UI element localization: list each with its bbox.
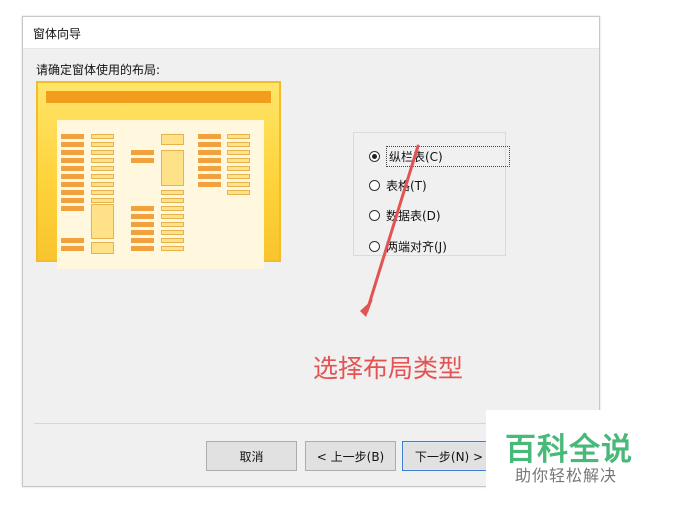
option-datasheet[interactable]: 数据表(D) [369,206,441,224]
option-justified-label: 两端对齐(J) [386,239,447,254]
preview-field [91,190,114,195]
preview-label [198,158,221,163]
preview-field-large [91,204,114,239]
preview-field [161,206,184,211]
preview-field [161,190,184,195]
layout-type-annotation: 选择布局类型 [313,354,464,383]
preview-field [227,190,250,195]
preview-label [61,174,84,179]
preview-field [161,214,184,219]
preview-label [61,158,84,163]
preview-field [91,134,114,139]
preview-label [198,142,221,147]
preview-field [227,142,250,147]
option-justified[interactable]: 两端对齐(J) [369,237,447,255]
preview-label [198,174,221,179]
layout-prompt: 请确定窗体使用的布局: [36,63,161,77]
preview-field [91,174,114,179]
layout-preview [36,81,281,269]
preview-label [61,190,84,195]
option-tabular[interactable]: 表格(T) [369,176,427,194]
preview-label [61,182,84,187]
preview-field [227,182,250,187]
preview-field [91,158,114,163]
preview-label [61,198,84,203]
preview-header-bar [46,91,271,103]
preview-label [131,222,154,227]
preview-field [161,230,184,235]
radio-icon[interactable] [369,240,380,252]
preview-label [198,134,221,139]
preview-label [61,206,84,211]
preview-label [61,150,84,155]
preview-field [161,238,184,243]
preview-label [131,214,154,219]
option-tabular-label: 表格(T) [386,178,427,193]
preview-field-large [161,150,184,186]
preview-label [61,134,84,139]
preview-label [131,150,154,155]
preview-field [227,150,250,155]
title-bar[interactable]: 窗体向导 [23,17,599,49]
watermark-logo: 百科全说 助你轻松解决 [486,410,658,492]
preview-label [131,238,154,243]
preview-label [61,142,84,147]
preview-field [227,174,250,179]
preview-field [161,198,184,203]
radio-icon[interactable] [369,179,380,191]
preview-label [131,230,154,235]
back-button[interactable]: < 上一步(B) [305,441,396,471]
preview-label [131,158,154,163]
preview-field [91,166,114,171]
radio-selected-icon[interactable] [369,150,380,162]
next-button[interactable]: 下一步(N) > [402,441,496,471]
preview-label [61,246,84,251]
preview-field [91,242,114,254]
preview-label [61,166,84,171]
preview-label [198,150,221,155]
preview-field [91,182,114,187]
preview-field [161,222,184,227]
preview-label [198,182,221,187]
window-title: 窗体向导 [33,27,82,41]
preview-field [91,150,114,155]
preview-field [91,142,114,147]
preview-field [227,134,250,139]
cancel-button[interactable]: 取消 [206,441,297,471]
layout-options-group: 纵栏表(C) 表格(T) 数据表(D) 两端对齐(J) [353,132,510,256]
preview-label [61,238,84,243]
preview-field [227,158,250,163]
preview-label [198,166,221,171]
preview-label [131,246,154,251]
preview-panel [57,120,264,269]
preview-field [161,134,184,145]
preview-field [91,198,114,203]
option-datasheet-label: 数据表(D) [386,208,441,223]
preview-field [227,166,250,171]
watermark-subtitle: 助你轻松解决 [515,466,618,485]
preview-label [131,206,154,211]
option-columnar[interactable]: 纵栏表(C) [369,145,510,167]
radio-icon[interactable] [369,209,380,221]
option-columnar-label: 纵栏表(C) [386,145,510,167]
preview-field [161,246,184,251]
